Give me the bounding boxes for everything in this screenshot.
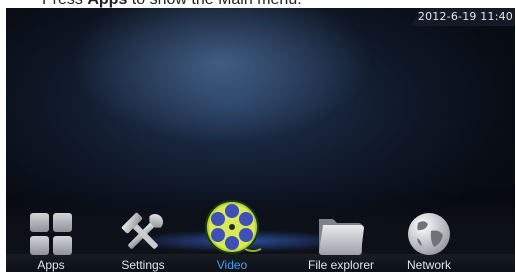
dock-item-label: Apps (37, 258, 65, 272)
tv-home-screen: 2012-6-19 11:40 Apps Settings Video File… (6, 8, 515, 272)
tools-icon (121, 212, 164, 249)
caption-suffix: to show the Main menu. (127, 0, 302, 8)
datetime-display: 2012-6-19 11:40 (411, 8, 515, 26)
dock-item-file-explorer[interactable]: File explorer (302, 211, 380, 272)
folder-icon (319, 219, 364, 255)
apps-grid-icon (30, 213, 72, 255)
dock-item-label: File explorer (307, 258, 375, 272)
dock-item-video[interactable]: Video (200, 199, 264, 272)
dock-item-settings[interactable]: Settings (110, 211, 176, 272)
dock-item-apps[interactable]: Apps (24, 211, 78, 272)
globe-icon (408, 213, 450, 255)
dock-item-network[interactable]: Network (398, 211, 460, 272)
dock-item-label: Video (216, 258, 248, 272)
caption-prefix: Press (42, 0, 87, 8)
caption-bold: Apps (87, 0, 127, 8)
dock-item-label: Network (406, 258, 451, 272)
dock-item-label: Settings (121, 258, 165, 272)
manual-caption: Press Apps to show the Main menu. (0, 0, 516, 8)
film-reel-icon (205, 200, 262, 254)
caption-text: Press Apps to show the Main menu. (42, 0, 302, 9)
datetime-text: 2012-6-19 11:40 (417, 10, 513, 23)
